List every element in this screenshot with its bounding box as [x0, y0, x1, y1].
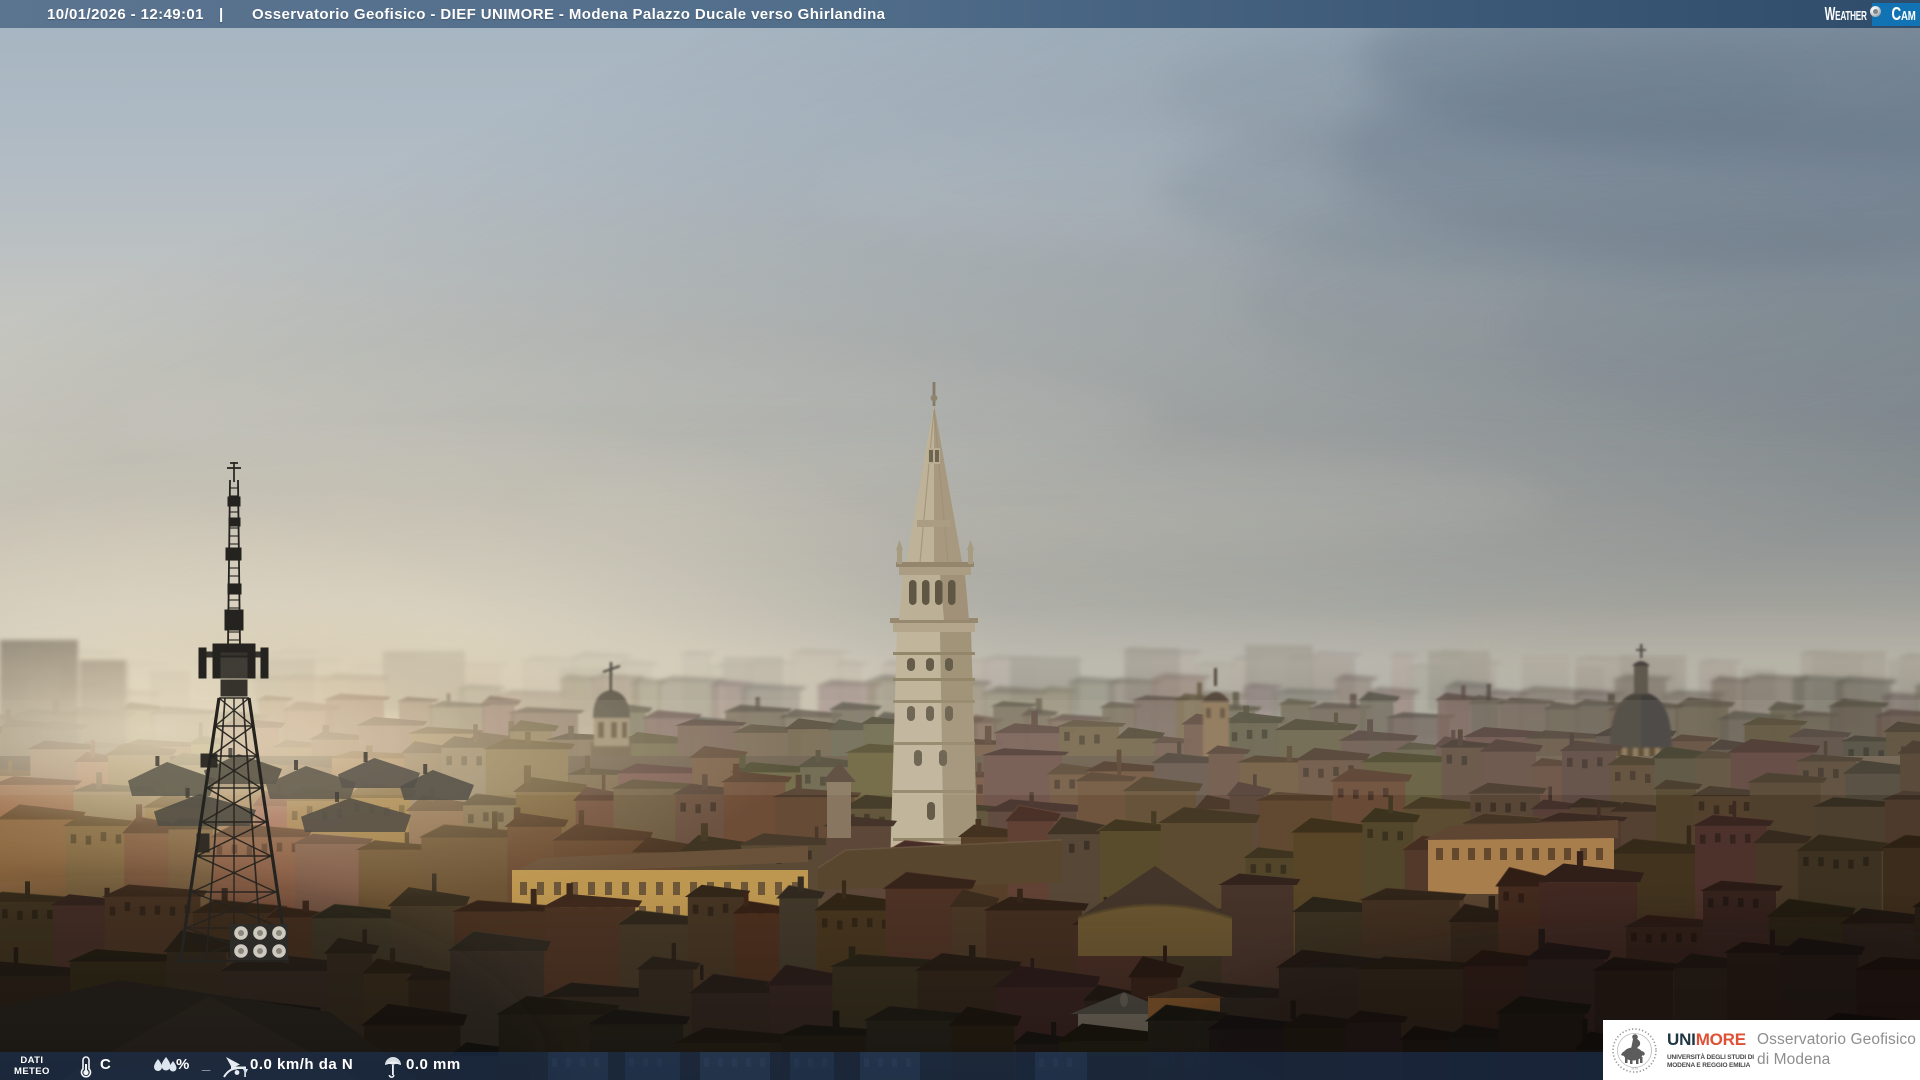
svg-text:1175: 1175 — [1631, 1067, 1638, 1071]
